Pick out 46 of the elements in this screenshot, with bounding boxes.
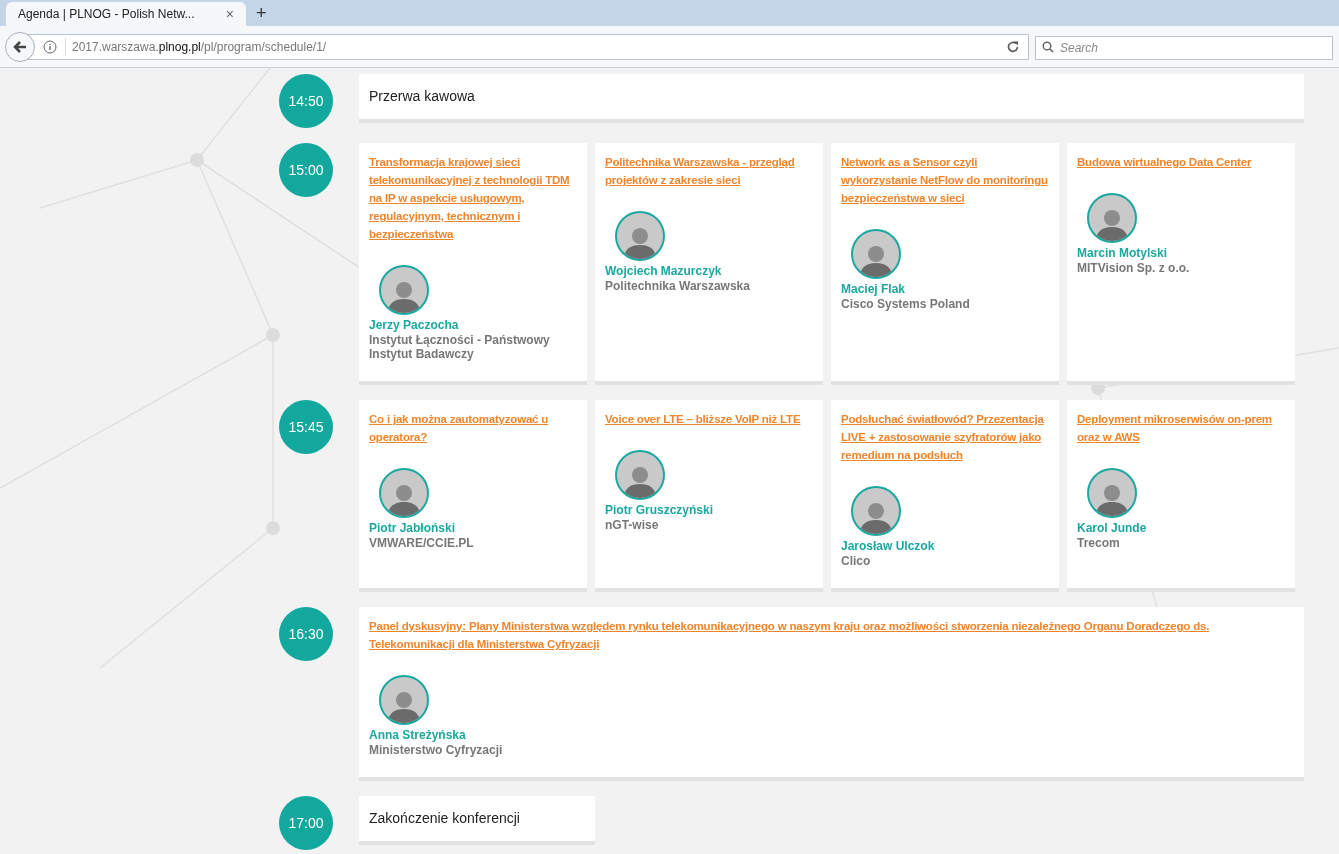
talk-title-link[interactable]: Voice over LTE – bliższe VoIP niż LTE [605, 410, 813, 428]
speaker-organization: Cisco Systems Poland [841, 297, 971, 311]
talk-title-link[interactable]: Podsłuchać światłowód? Przezentacja LIVE + zastosowanie szyfratorów jako remedium na podsłuch [841, 410, 1049, 464]
talk-title-link[interactable]: Budowa wirtualnego Data Center [1077, 153, 1285, 171]
talk-title-link[interactable]: Co i jak można zautomatyzować u operatora? [369, 410, 577, 446]
time-badge: 15:45 [279, 400, 333, 454]
search-icon [1042, 40, 1054, 53]
talk-title-link[interactable]: Transformacja krajowej sieci telekomunikacyjnej z technologii TDM na IP w aspekcie usługowym, regulacyjnym, technicznym i bezpieczeństwa [369, 153, 577, 243]
address-bar[interactable]: 2017.warszawa.plnog.pl/pl/program/schedule/1/ [6, 33, 1029, 60]
browser-tab[interactable]: Agenda | PLNOG - Polish Netw... × [6, 2, 246, 26]
talk-title-link[interactable]: Deployment mikroserwisów on-prem oraz w AWS [1077, 410, 1285, 446]
url-text: 2017.warszawa.plnog.pl/pl/program/schedule/1/ [65, 37, 327, 56]
speaker-name: Wojciech Mazurczyk [605, 263, 723, 279]
speaker-name: Marcin Motylski [1077, 245, 1169, 261]
speaker-organization: Instytut Łączności - Państwowy Instytut Badawczy [369, 333, 551, 361]
break-card: Zakończenie konferencji [359, 796, 595, 845]
speaker-name: Piotr Gruszczyński [605, 502, 715, 518]
time-badge: 16:30 [279, 607, 333, 661]
speaker-organization: Politechnika Warszawska [605, 279, 751, 293]
speaker-name: Piotr Jabłoński [369, 520, 457, 536]
speaker-organization: Ministerstwo Cyfryzacji [369, 743, 504, 757]
time-badge: 17:00 [279, 796, 333, 850]
speaker-organization: MITVision Sp. z o.o. [1077, 261, 1191, 275]
speaker-organization: Clico [841, 554, 872, 568]
speaker-name: Anna Streżyńska [369, 727, 467, 743]
talk-title-link[interactable]: Panel dyskusyjny: Plany Ministerstwa względem rynku telekomunikacyjnego w naszym kraju oraz możliwości stworzenia niezależnego Organu Doradczego ds. Telekomunikacji dla Ministerstwa Cyfryzacji [369, 617, 1294, 653]
reload-icon[interactable] [1006, 39, 1020, 54]
time-badge: 15:00 [279, 143, 333, 197]
speaker-name: Jerzy Paczocha [369, 317, 460, 333]
speaker-name: Karol Junde [1077, 520, 1148, 536]
talk-title-link[interactable]: Politechnika Warszawska - przegląd projektów z zakresie sieci [605, 153, 813, 189]
speaker-organization: nGT-wise [605, 518, 660, 532]
time-badge: 14:50 [279, 74, 333, 128]
speaker-organization: Trecom [1077, 536, 1121, 550]
back-arrow-icon [12, 38, 28, 55]
tab-close-button[interactable]: × [225, 3, 234, 25]
speaker-name: Jarosław Ulczok [841, 538, 936, 554]
search-field[interactable]: Search [1035, 35, 1333, 60]
new-tab-button[interactable]: + [252, 2, 271, 26]
info-icon [43, 39, 57, 54]
talk-title-link[interactable]: Network as a Sensor czyli wykorzystanie NetFlow do monitoringu bezpieczeństwa w sieci [841, 153, 1049, 207]
break-card: Przerwa kawowa [359, 74, 1304, 123]
tab-title: Agenda | PLNOG - Polish Netw... [18, 6, 195, 23]
speaker-name: Maciej Flak [841, 281, 907, 297]
back-button[interactable] [5, 31, 35, 62]
speaker-organization: VMWARE/CCIE.PL [369, 536, 475, 550]
